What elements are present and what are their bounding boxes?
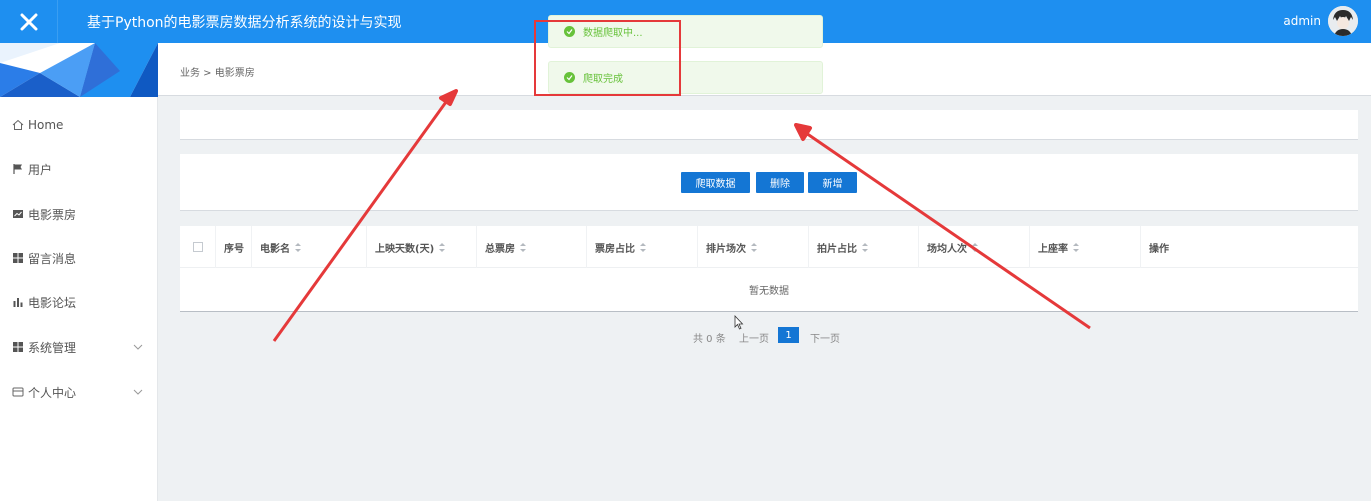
- column-header[interactable]: 上映天数(天): [367, 226, 477, 268]
- empty-state: 暂无数据: [749, 286, 789, 297]
- sidebar-item-home[interactable]: Home: [0, 110, 158, 140]
- pagination: 共 0 条 上一页 1 下一页: [0, 327, 1371, 345]
- username[interactable]: admin: [1283, 14, 1321, 28]
- crawl-data-button[interactable]: 爬取数据: [681, 172, 750, 193]
- sidebar-item-label: Home: [28, 118, 64, 132]
- sidebar-item-label: 电影票房: [28, 207, 77, 222]
- avatar[interactable]: [1328, 6, 1358, 36]
- app-title: 基于Python的电影票房数据分析系统的设计与实现: [87, 15, 402, 31]
- close-icon: [20, 13, 37, 30]
- mouse-cursor-icon: [734, 315, 744, 330]
- prev-page-button[interactable]: 上一页: [739, 330, 769, 345]
- sidebar-item-label: 个人中心: [28, 385, 77, 400]
- card-icon: [12, 386, 24, 398]
- sidebar-item-forum[interactable]: 电影论坛: [0, 287, 158, 317]
- sidebar-item-label: 电影论坛: [28, 295, 77, 310]
- chart-icon: [12, 208, 24, 220]
- avatar-image: [1328, 6, 1358, 36]
- sidebar-item-profile[interactable]: 个人中心: [0, 377, 158, 407]
- annotation-box: [534, 20, 681, 96]
- sort-icon[interactable]: [640, 242, 646, 252]
- sidebar-banner: [0, 43, 158, 97]
- table-header: 序号 电影名 上映天数(天) 总票房 票房占比 排片场次 拍片占比 场均人次 上…: [180, 226, 1358, 268]
- select-all-checkbox[interactable]: [192, 242, 203, 252]
- sidebar-item-box-office[interactable]: 电影票房: [0, 199, 158, 229]
- next-page-button[interactable]: 下一页: [810, 330, 840, 345]
- grid-icon: [12, 252, 24, 264]
- sidebar-item-messages[interactable]: 留言消息: [0, 243, 158, 273]
- search-panel: [180, 110, 1358, 140]
- column-header[interactable]: 场均人次: [919, 226, 1030, 268]
- column-header[interactable]: 上座率: [1030, 226, 1141, 268]
- column-header[interactable]: 票房占比: [587, 226, 698, 268]
- column-header: 操作: [1149, 243, 1169, 255]
- sort-icon[interactable]: [520, 242, 526, 252]
- sort-icon[interactable]: [439, 242, 446, 252]
- column-header[interactable]: 总票房: [477, 226, 587, 268]
- sidebar: Home 用户 电影票房 留言消息 电影论坛 系统管理 个人中心: [0, 43, 158, 501]
- close-menu-button[interactable]: [0, 0, 58, 43]
- total-count: 共 0 条: [693, 334, 726, 345]
- column-header[interactable]: 拍片占比: [809, 226, 919, 268]
- sort-icon[interactable]: [972, 242, 978, 252]
- column-header[interactable]: 排片场次: [698, 226, 809, 268]
- bar-chart-icon: [12, 296, 24, 308]
- actions-panel: 爬取数据 删除 新增: [180, 154, 1358, 211]
- chevron-down-icon: [133, 386, 143, 400]
- breadcrumb: 业务 > 电影票房: [180, 68, 255, 79]
- sidebar-item-label: 留言消息: [28, 251, 77, 266]
- sort-icon[interactable]: [1073, 242, 1079, 252]
- data-table: 序号 电影名 上映天数(天) 总票房 票房占比 排片场次 拍片占比 场均人次 上…: [180, 226, 1358, 312]
- page-number-current[interactable]: 1: [778, 327, 799, 343]
- delete-button[interactable]: 删除: [756, 172, 804, 193]
- column-header: 序号: [216, 226, 252, 268]
- home-icon: [12, 119, 24, 131]
- sidebar-item-users[interactable]: 用户: [0, 154, 158, 184]
- sort-icon[interactable]: [862, 242, 868, 252]
- sort-icon[interactable]: [295, 242, 301, 252]
- add-button[interactable]: 新增: [808, 172, 857, 193]
- select-all-cell: [180, 226, 216, 268]
- flag-icon: [12, 163, 24, 175]
- column-header[interactable]: 电影名: [252, 226, 367, 268]
- sidebar-item-label: 用户: [28, 162, 53, 177]
- sort-icon[interactable]: [751, 242, 757, 252]
